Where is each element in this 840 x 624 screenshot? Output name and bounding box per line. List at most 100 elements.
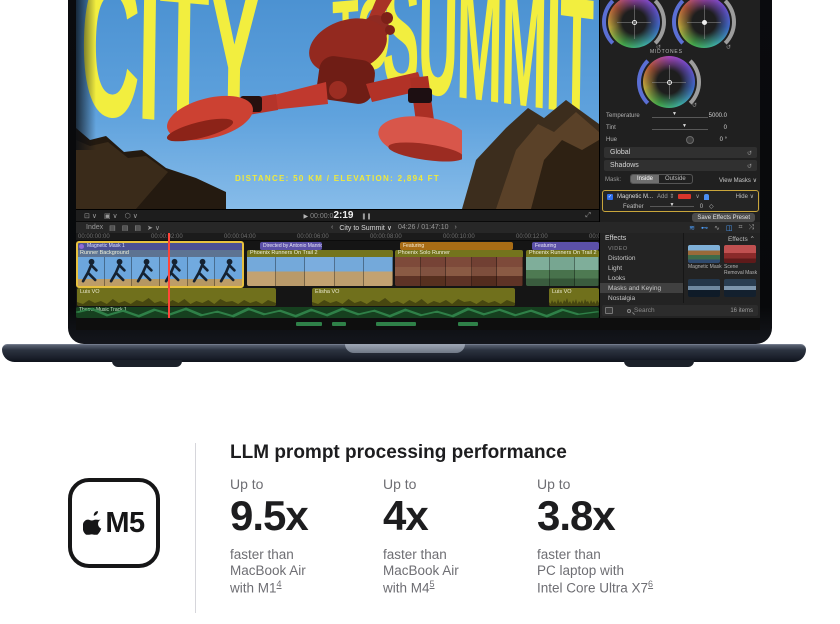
- chip-name: M5: [105, 507, 144, 540]
- effect-thumb-label: Scene Removal Mask: [724, 265, 758, 277]
- magnetic-mask-bar[interactable]: Magnetic Mask 1: [77, 242, 243, 250]
- timeline-clip[interactable]: Phoenix Solo Runner: [395, 250, 523, 286]
- mask-outside-segment[interactable]: Outside: [659, 175, 692, 183]
- effects-grid-header[interactable]: Effects ⌃: [684, 233, 760, 244]
- stat-description: faster than PC laptop with Intel Core Ul…: [537, 547, 687, 597]
- audio-skimming-icon[interactable]: ∿: [714, 224, 720, 232]
- effect-thumb[interactable]: [688, 279, 720, 297]
- fcp-viewer: CITY TO SUMMIT: [76, 0, 599, 209]
- trim-tool-icon[interactable]: ≋: [689, 224, 695, 232]
- timeline-footer-strip: [76, 318, 760, 330]
- audio-clip[interactable]: Luis VO: [549, 288, 599, 306]
- color-wheel-highlights[interactable]: [678, 0, 730, 48]
- category-masks-and-keying[interactable]: Masks and Keying: [600, 283, 683, 293]
- title-clip[interactable]: Featuring: [400, 242, 513, 250]
- magnetic-mask-item[interactable]: ✓ Magnetic M... Add ⇕ ∨ Hide ∨ Feather ▼…: [602, 190, 759, 212]
- m5-chip-badge: M5: [68, 478, 160, 568]
- audio-clip[interactable]: Elisha VO: [312, 288, 515, 306]
- cursor-tool-icon[interactable]: ➤ ∨: [147, 224, 160, 232]
- stat-description: faster than MacBook Air with M14: [230, 547, 380, 597]
- hue-dial[interactable]: Hue 0 °: [600, 135, 760, 146]
- reset-icon[interactable]: ↺: [726, 44, 731, 51]
- stat-column: Up to 3.8x faster than PC laptop with In…: [537, 476, 687, 597]
- forward-icon[interactable]: ›: [455, 224, 457, 231]
- tint-slider[interactable]: Tint ▼ 0: [600, 123, 760, 134]
- pause-icon[interactable]: ❚❚: [361, 214, 371, 220]
- grid-icon[interactable]: ⌗: [738, 224, 742, 232]
- person-icon: [704, 194, 709, 200]
- playhead[interactable]: [168, 233, 170, 318]
- effect-thumb[interactable]: [724, 279, 756, 297]
- project-title[interactable]: City to Summit ∨: [339, 224, 392, 232]
- viewer-timecode: ▶ 00:00:02:19 ❚❚: [76, 210, 599, 221]
- color-swatch[interactable]: [678, 194, 691, 199]
- stat-upto: Up to: [537, 476, 687, 492]
- index-button[interactable]: Index: [86, 224, 103, 231]
- stat-value: 9.5x: [230, 494, 380, 538]
- checkbox-icon[interactable]: ✓: [607, 194, 613, 200]
- footnote-link[interactable]: 4: [277, 579, 282, 589]
- timeline-toolbar: Index ▤ ▤ ▤ ➤ ∨ ‹ City to Summit ∨ 04:26…: [76, 221, 760, 233]
- filter-icon[interactable]: [605, 307, 613, 314]
- stat-upto: Up to: [383, 476, 533, 492]
- mask-item-name: Magnetic M...: [617, 194, 653, 200]
- category-video[interactable]: VIDEO: [600, 244, 683, 253]
- viewer-control-bar: ⊡ ∨ ▣ ∨ ⬡ ∨ ▶ 00:00:02:19 ❚❚ ⤢: [76, 209, 599, 221]
- mask-hide-menu[interactable]: Hide ∨: [736, 193, 754, 200]
- reset-icon[interactable]: ↺: [692, 102, 697, 109]
- category-looks[interactable]: Looks: [600, 273, 683, 283]
- color-wheel-shadows[interactable]: [608, 0, 660, 48]
- title-clip[interactable]: Featuring: [532, 242, 599, 250]
- temperature-slider[interactable]: Temperature ▼ 5000.0: [600, 111, 760, 122]
- back-icon[interactable]: ‹: [331, 224, 333, 231]
- hue-dial-knob[interactable]: [686, 136, 694, 144]
- project-duration: 04:26 / 01:47:10: [398, 224, 449, 231]
- timeline-clip[interactable]: Phoenix Runners On Trail 2: [526, 250, 599, 286]
- stat-column: Up to 4x faster than MacBook Air with M4…: [383, 476, 533, 597]
- music-track[interactable]: Theme Music Track 1: [76, 307, 599, 318]
- effects-search-bar[interactable]: Search 16 items: [602, 305, 758, 316]
- category-light[interactable]: Light: [600, 263, 683, 273]
- solo-icon[interactable]: ◫: [726, 224, 733, 232]
- search-icon: [627, 309, 631, 313]
- mask-badge-icon: [79, 244, 84, 249]
- search-placeholder: Search: [634, 307, 655, 314]
- effect-thumb-magnetic-mask[interactable]: [688, 245, 720, 263]
- mask-inside-segment[interactable]: Inside: [631, 175, 659, 183]
- macbook-lid-notch: [345, 344, 465, 353]
- vertical-divider: [195, 443, 196, 613]
- keyframe-icon[interactable]: ◇: [709, 203, 714, 210]
- save-effects-preset-button[interactable]: Save Effects Preset: [692, 213, 755, 222]
- effects-sidebar-header: Effects: [600, 233, 683, 244]
- clip-appearance-icon-3[interactable]: ▤: [134, 224, 141, 232]
- timecode-current: 2:19: [333, 210, 353, 221]
- play-icon[interactable]: ▶: [304, 214, 309, 220]
- snapping-icon[interactable]: ⊷: [701, 224, 708, 232]
- title-clip[interactable]: Directed by Antonio Manriquez: [260, 242, 322, 250]
- view-masks-menu[interactable]: View Masks ∨: [719, 177, 757, 184]
- route-icon[interactable]: ⤨: [748, 224, 754, 232]
- clip-appearance-icon[interactable]: ▤: [109, 224, 116, 232]
- footnote-link[interactable]: 5: [430, 579, 435, 589]
- audio-clip[interactable]: Luis VO: [77, 288, 276, 306]
- effect-thumb-label: Magnetic Mask: [688, 265, 722, 271]
- items-count: 16 items: [730, 308, 753, 314]
- stat-column: Up to 9.5x faster than MacBook Air with …: [230, 476, 380, 597]
- mask-add-menu[interactable]: Add ⇕: [657, 193, 674, 200]
- mask-segmented-control[interactable]: Inside Outside: [630, 174, 693, 184]
- category-nostalgia[interactable]: Nostalgia: [600, 293, 683, 303]
- category-distortion[interactable]: Distortion: [600, 253, 683, 263]
- effect-thumb-scene-removal[interactable]: [724, 245, 756, 263]
- feather-label: Feather: [623, 204, 644, 210]
- color-wheel-midtones[interactable]: [643, 56, 695, 108]
- timeline-clip-selected[interactable]: Runner Background: [77, 250, 243, 286]
- fcp-timeline: 00:00:00:00 00:00:02:00 00:00:04:00 00:0…: [76, 233, 599, 318]
- stat-value: 4x: [383, 494, 533, 538]
- section-shadows[interactable]: Shadows↺: [604, 160, 757, 171]
- timeline-ruler[interactable]: 00:00:00:00 00:00:02:00 00:00:04:00 00:0…: [76, 233, 599, 241]
- footnote-link[interactable]: 6: [648, 579, 653, 589]
- section-global[interactable]: Global↺: [604, 147, 757, 158]
- timeline-clip[interactable]: Phoenix Runners On Trail 2: [247, 250, 393, 286]
- clip-appearance-icon-2[interactable]: ▤: [122, 224, 129, 232]
- distance-elevation-overlay: DISTANCE: 50 KM / ELEVATION: 2,894 FT: [76, 174, 599, 183]
